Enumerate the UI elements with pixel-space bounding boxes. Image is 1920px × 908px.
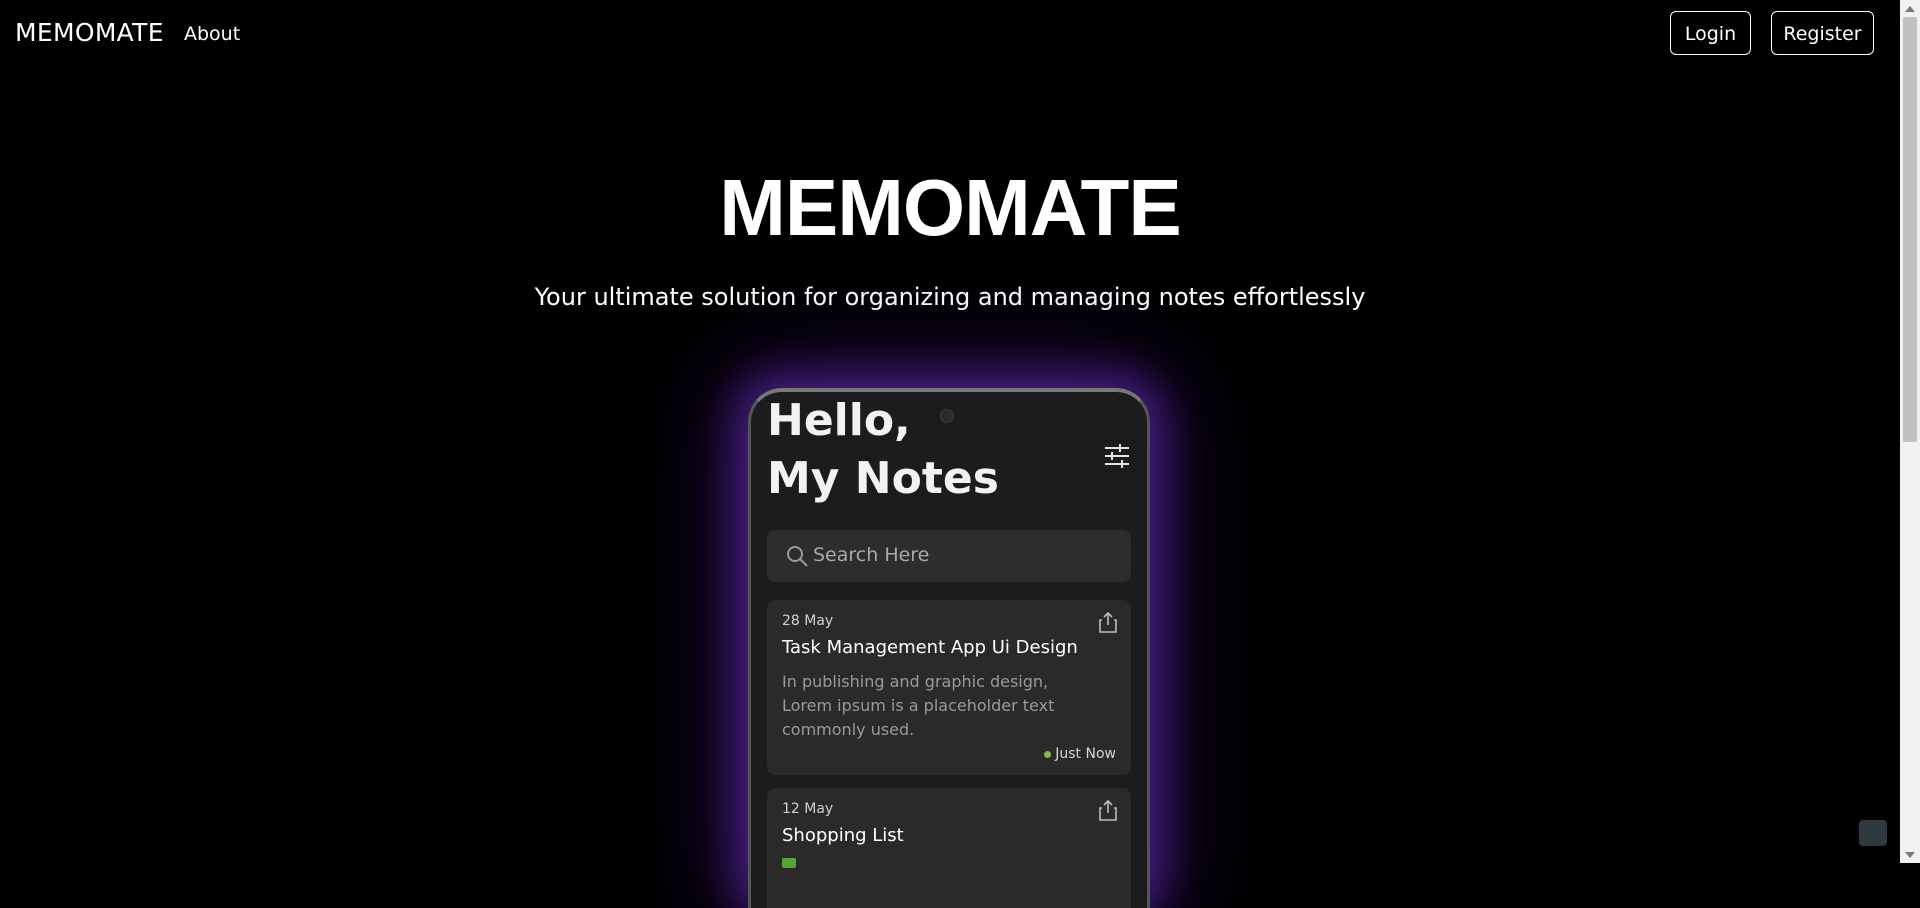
greeting-line-2: My Notes	[767, 453, 999, 504]
sliders-icon	[1105, 444, 1129, 468]
note-card: 12 May Shopping List	[767, 788, 1131, 908]
search-icon	[787, 546, 808, 567]
share-icon	[1099, 611, 1117, 633]
scroll-down-arrow-icon[interactable]	[1905, 852, 1915, 858]
note-title: Shopping List	[782, 825, 904, 846]
note-date: 28 May	[782, 613, 834, 629]
share-icon	[1099, 799, 1117, 821]
note-status: Just Now	[1044, 746, 1116, 762]
scroll-up-arrow-icon[interactable]	[1905, 6, 1915, 12]
hero-subtitle: Your ultimate solution for organizing an…	[534, 283, 1366, 311]
note-card: 28 May Task Management App Ui Design In …	[767, 600, 1131, 775]
scroll-thumb[interactable]	[1903, 17, 1917, 442]
note-title: Task Management App Ui Design	[782, 637, 1078, 658]
floating-widget-icon[interactable]	[1859, 820, 1887, 846]
greeting-line-1: Hello,	[767, 395, 911, 446]
search-placeholder: Search Here	[813, 544, 930, 566]
brand-link[interactable]: MEMOMATE	[15, 18, 164, 47]
page-scrollbar[interactable]	[1900, 0, 1920, 863]
phone-greeting: Hello, My Notes	[767, 392, 999, 508]
phone-search-box: Search Here	[767, 530, 1131, 582]
nav-link-about[interactable]: About	[184, 23, 240, 45]
navbar: MEMOMATE About Login Register	[0, 0, 1900, 70]
register-button[interactable]: Register	[1771, 11, 1874, 55]
status-dot	[1044, 750, 1052, 758]
note-body: In publishing and graphic design, Lorem …	[782, 672, 1055, 739]
note-status-label: Just Now	[1055, 746, 1116, 762]
login-button[interactable]: Login	[1670, 11, 1751, 55]
phone-mockup: Hello, My Notes Search Here 28 May Task …	[748, 388, 1150, 908]
note-date: 12 May	[782, 801, 834, 817]
hero-title: MEMOMATE	[719, 163, 1182, 252]
checkbox-icon	[782, 858, 796, 868]
